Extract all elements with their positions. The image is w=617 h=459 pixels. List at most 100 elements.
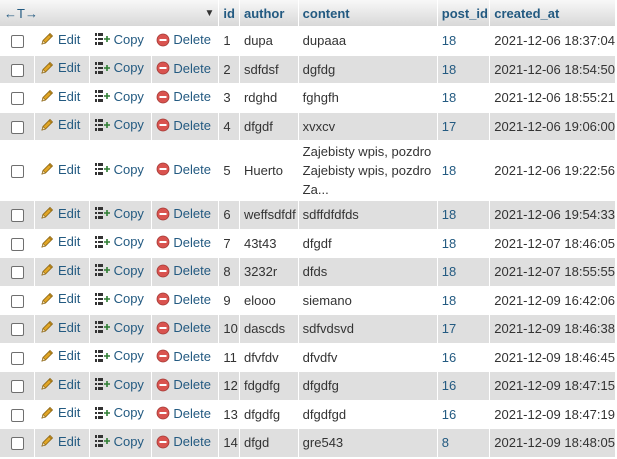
delete-button[interactable]: Delete [156, 292, 211, 307]
cell-post-id: 17 [437, 112, 490, 140]
cell-post-id: 18 [437, 55, 490, 83]
delete-button[interactable]: Delete [156, 206, 211, 221]
copy-button[interactable]: Copy [94, 433, 144, 449]
copy-button[interactable]: Copy [94, 348, 144, 364]
edit-button[interactable]: Edit [39, 60, 80, 76]
delete-button[interactable]: Delete [156, 32, 211, 47]
delete-icon [157, 61, 170, 75]
delete-cell: Delete [152, 201, 219, 229]
cell-created-at: 2021-12-06 19:22:56 [490, 141, 615, 200]
delete-icon [157, 349, 170, 363]
row-checkbox[interactable] [10, 294, 24, 308]
column-header-author[interactable]: author [239, 0, 298, 26]
cell-id: 7 [219, 229, 239, 257]
row-checkbox[interactable] [10, 437, 24, 451]
cell-post-id: 16 [437, 400, 490, 428]
pencil-icon [41, 162, 54, 175]
edit-button[interactable]: Edit [39, 88, 80, 104]
edit-button[interactable]: Edit [39, 262, 80, 278]
edit-cell: Edit [35, 372, 89, 400]
cell-id: 5 [219, 141, 239, 200]
copy-button[interactable]: Copy [94, 405, 144, 421]
delete-cell: Delete [152, 400, 219, 428]
delete-label: Delete [173, 434, 211, 449]
cell-author: fdgdfg [239, 372, 298, 400]
copy-button[interactable]: Copy [94, 117, 144, 133]
copy-cell: Copy [89, 84, 152, 112]
column-header-post-id[interactable]: post_id [437, 0, 490, 26]
row-checkbox[interactable] [10, 380, 24, 394]
copy-label: Copy [113, 31, 144, 47]
cell-id: 4 [219, 112, 239, 140]
cell-created-at: 2021-12-06 18:37:04 [490, 27, 615, 55]
row-checkbox[interactable] [10, 92, 24, 106]
cell-post-id: 18 [437, 229, 490, 257]
copy-insert-icon [94, 90, 110, 103]
delete-button[interactable]: Delete [156, 263, 211, 278]
edit-button[interactable]: Edit [39, 117, 80, 133]
pencil-icon [41, 61, 54, 74]
row-checkbox[interactable] [10, 323, 24, 337]
copy-button[interactable]: Copy [94, 161, 144, 177]
delete-button[interactable]: Delete [156, 320, 211, 335]
row-checkbox[interactable] [10, 237, 24, 251]
row-checkbox[interactable] [10, 35, 24, 49]
row-checkbox[interactable] [10, 266, 24, 280]
pencil-icon [41, 406, 54, 419]
copy-label: Copy [113, 117, 144, 133]
copy-cell: Copy [89, 229, 152, 257]
column-header-id[interactable]: id [219, 0, 239, 26]
cell-id: 3 [219, 84, 239, 112]
copy-insert-icon [94, 118, 110, 131]
copy-button[interactable]: Copy [94, 319, 144, 335]
copy-button[interactable]: Copy [94, 262, 144, 278]
edit-button[interactable]: Edit [39, 405, 80, 421]
delete-button[interactable]: Delete [156, 89, 211, 104]
edit-button[interactable]: Edit [39, 291, 80, 307]
delete-button[interactable]: Delete [156, 377, 211, 392]
delete-cell: Delete [152, 429, 219, 457]
edit-button[interactable]: Edit [39, 31, 80, 47]
copy-button[interactable]: Copy [94, 234, 144, 250]
delete-button[interactable]: Delete [156, 434, 211, 449]
copy-button[interactable]: Copy [94, 205, 144, 221]
delete-label: Delete [173, 117, 211, 133]
edit-cell: Edit [35, 400, 89, 428]
cell-content: dfgdf [298, 229, 437, 257]
copy-label: Copy [113, 205, 144, 221]
copy-button[interactable]: Copy [94, 31, 144, 47]
delete-button[interactable]: Delete [156, 349, 211, 364]
delete-button[interactable]: Delete [156, 162, 211, 177]
row-checkbox[interactable] [10, 63, 24, 77]
copy-button[interactable]: Copy [94, 60, 144, 76]
edit-button[interactable]: Edit [39, 319, 80, 335]
row-select-cell [0, 141, 34, 200]
column-header-created-at[interactable]: created_at [490, 0, 615, 26]
edit-button[interactable]: Edit [39, 348, 80, 364]
edit-cell: Edit [35, 84, 89, 112]
cell-created-at: 2021-12-06 18:55:21 [490, 84, 615, 112]
row-checkbox[interactable] [10, 120, 24, 134]
copy-button[interactable]: Copy [94, 291, 144, 307]
delete-button[interactable]: Delete [156, 235, 211, 250]
column-nav-arrows[interactable]: ←T→ [4, 6, 38, 21]
row-checkbox[interactable] [10, 165, 24, 179]
edit-button[interactable]: Edit [39, 376, 80, 392]
copy-button[interactable]: Copy [94, 88, 144, 104]
row-checkbox[interactable] [10, 408, 24, 422]
edit-button[interactable]: Edit [39, 234, 80, 250]
cell-id: 6 [219, 201, 239, 229]
edit-button[interactable]: Edit [39, 161, 80, 177]
pencil-icon [41, 292, 54, 305]
delete-button[interactable]: Delete [156, 118, 211, 133]
column-header-content[interactable]: content [298, 0, 437, 26]
row-checkbox[interactable] [10, 351, 24, 365]
sort-dropdown-icon[interactable]: ▼ [204, 8, 214, 19]
row-checkbox[interactable] [10, 209, 24, 223]
cell-author: 43t43 [239, 229, 298, 257]
copy-button[interactable]: Copy [94, 376, 144, 392]
edit-button[interactable]: Edit [39, 205, 80, 221]
delete-button[interactable]: Delete [156, 406, 211, 421]
edit-button[interactable]: Edit [39, 433, 80, 449]
delete-button[interactable]: Delete [156, 61, 211, 76]
